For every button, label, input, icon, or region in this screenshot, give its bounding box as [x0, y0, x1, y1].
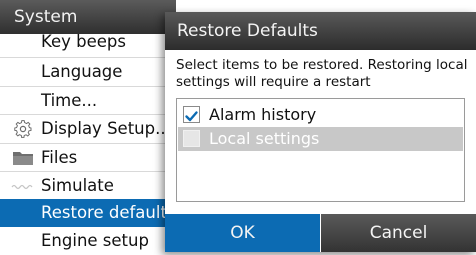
menu-item-label: Restore defaults...	[41, 203, 176, 222]
option-label: Alarm history	[209, 105, 317, 124]
menu-item-language[interactable]: Language	[0, 58, 176, 86]
menu-item-label: Files	[41, 148, 78, 167]
restore-options-list: Alarm history Local settings	[176, 98, 465, 202]
menu-item-display-setup[interactable]: Display Setup...	[0, 115, 176, 143]
checkmark-icon	[185, 111, 198, 122]
menu-item-files[interactable]: Files	[0, 144, 176, 172]
dialog-button-bar: OK Cancel	[165, 214, 476, 252]
menu-item-time[interactable]: Time...	[0, 87, 176, 115]
menu-item-label: Language	[41, 62, 123, 81]
alarm-history-checkbox[interactable]	[183, 106, 200, 123]
gear-icon	[11, 115, 35, 143]
dialog-title: Restore Defaults	[165, 12, 476, 50]
menu-item-label: Simulate	[41, 176, 114, 195]
menu-item-label: Display Setup...	[41, 119, 171, 138]
folder-icon	[11, 144, 35, 172]
system-menu-panel: System Key beeps Language Time... Displa…	[0, 0, 176, 252]
menu-item-engine-setup[interactable]: Engine setup	[0, 227, 176, 255]
option-alarm-history[interactable]: Alarm history	[178, 103, 463, 127]
option-local-settings[interactable]: Local settings	[178, 127, 463, 151]
simulate-icon	[11, 172, 35, 200]
local-settings-checkbox[interactable]	[183, 130, 200, 147]
menu-item-label: Key beeps	[41, 32, 127, 51]
cancel-button[interactable]: Cancel	[321, 214, 476, 252]
dialog-description: Select items to be restored. Restoring l…	[176, 57, 468, 90]
menu-item-label: Time...	[41, 91, 98, 110]
restore-defaults-dialog: Restore Defaults Select items to be rest…	[165, 12, 476, 252]
option-label: Local settings	[209, 129, 320, 148]
menu-item-label: Engine setup	[41, 231, 149, 250]
ok-button[interactable]: OK	[165, 214, 320, 252]
menu-item-key-beeps[interactable]: Key beeps	[0, 28, 176, 56]
menu-item-restore-defaults[interactable]: Restore defaults...	[0, 199, 176, 227]
menu-item-simulate[interactable]: Simulate	[0, 172, 176, 200]
